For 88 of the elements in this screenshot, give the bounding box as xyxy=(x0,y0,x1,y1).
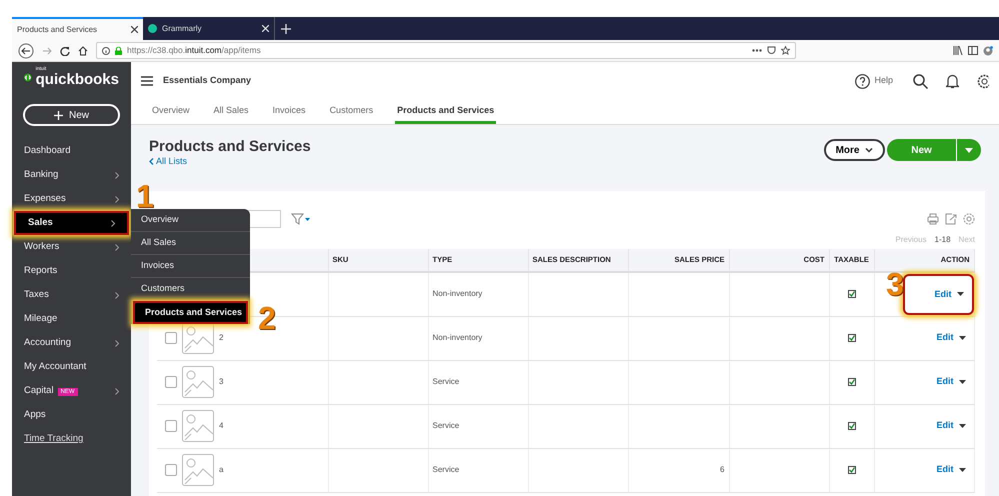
table-cell: a xyxy=(219,464,224,476)
row-checkbox[interactable] xyxy=(165,332,177,344)
page-tab[interactable]: Overview xyxy=(150,100,192,124)
home-icon[interactable] xyxy=(78,46,88,56)
sidebar-item[interactable]: Banking xyxy=(12,163,131,187)
library-icon[interactable] xyxy=(953,46,963,54)
submenu-item[interactable]: All Sales xyxy=(131,232,250,255)
sidebar-item[interactable]: Apps xyxy=(12,403,131,427)
new-button[interactable]: New xyxy=(23,104,120,126)
logo-text: quickbooks xyxy=(36,72,119,87)
grammarly-icon xyxy=(148,24,157,33)
account-icon[interactable] xyxy=(983,46,993,56)
menu-icon[interactable] xyxy=(141,76,153,86)
row-checkbox[interactable] xyxy=(165,376,177,388)
sidebar-item[interactable]: Accounting xyxy=(12,331,131,355)
edit-link[interactable]: Edit xyxy=(936,331,954,345)
edit-link[interactable]: Edit xyxy=(934,288,952,301)
table-cell: Service xyxy=(432,377,460,386)
row-checkbox[interactable] xyxy=(165,420,177,432)
sidebar-item[interactable]: Dashboard xyxy=(12,139,131,163)
browser-tab[interactable]: Products and Services xyxy=(12,17,143,40)
search-icon[interactable] xyxy=(913,74,928,88)
caret-icon[interactable] xyxy=(958,424,966,428)
submenu-item[interactable]: Invoices xyxy=(131,255,250,278)
logo-icon xyxy=(24,70,32,84)
plus-icon[interactable] xyxy=(281,24,291,34)
page-tab[interactable]: Customers xyxy=(328,100,376,124)
edit-link[interactable]: Edit xyxy=(936,419,954,433)
table-cell: Non-inventory xyxy=(432,333,482,342)
page-tab[interactable]: Products and Services xyxy=(395,100,496,124)
edit-link[interactable]: Edit xyxy=(936,375,954,389)
reload-icon[interactable] xyxy=(60,46,70,56)
sidebar-icon[interactable] xyxy=(968,46,978,54)
help-icon[interactable] xyxy=(855,74,870,88)
submenu-item[interactable]: Products and Services xyxy=(133,301,248,324)
browser-tab[interactable]: Grammarly xyxy=(143,17,274,40)
page-tab[interactable]: All Sales xyxy=(212,100,251,124)
page-title: Products and Services xyxy=(149,139,311,154)
page-range: 1-18 xyxy=(934,234,951,246)
chevron-icon xyxy=(864,148,872,152)
step-number: 2 xyxy=(258,302,276,334)
caret-icon[interactable] xyxy=(958,336,966,340)
print-icon[interactable] xyxy=(927,213,939,225)
table-cell: Non-inventory xyxy=(432,289,482,298)
image-placeholder-icon xyxy=(182,366,214,398)
all-lists-link[interactable]: All Lists xyxy=(149,156,188,166)
pocket-icon[interactable] xyxy=(767,46,776,55)
sidebar-item[interactable]: Sales xyxy=(14,211,129,235)
page-tab[interactable]: Invoices xyxy=(270,100,308,124)
url-text: https://c38.qbo.intuit.com/app/items xyxy=(127,44,262,57)
table-cell: Service xyxy=(432,465,460,474)
caret-icon[interactable] xyxy=(958,380,966,384)
table-cell: 4 xyxy=(219,420,224,432)
table-cell: 2 xyxy=(219,332,224,344)
table-cell: 6 xyxy=(720,465,724,474)
table-cell: 3 xyxy=(219,376,224,388)
plus-icon xyxy=(54,110,63,120)
sidebar-item[interactable]: Time Tracking xyxy=(12,427,131,451)
lock-icon xyxy=(115,46,122,54)
row-checkbox[interactable] xyxy=(165,464,177,476)
sidebar-item[interactable]: My Accountant xyxy=(12,355,131,379)
star-icon[interactable] xyxy=(781,46,790,55)
table-cell: Service xyxy=(432,421,460,430)
caret-icon[interactable] xyxy=(956,292,964,296)
sidebar-item[interactable]: Mileage xyxy=(12,307,131,331)
sidebar-item[interactable]: Taxes xyxy=(12,283,131,307)
company-name: Essentials Company xyxy=(163,74,252,88)
bell-icon[interactable] xyxy=(946,74,959,88)
sidebar-item[interactable]: Reports xyxy=(12,259,131,283)
help-link[interactable]: Help xyxy=(874,74,893,88)
info-icon[interactable] xyxy=(102,46,110,54)
sidebar-item[interactable]: Expenses xyxy=(12,187,131,211)
settings-icon[interactable] xyxy=(977,74,989,88)
image-placeholder-icon xyxy=(182,454,214,486)
step-number: 1 xyxy=(136,180,154,212)
address-bar[interactable]: https://c38.qbo.intuit.com/app/items xyxy=(96,42,796,59)
close-icon[interactable] xyxy=(131,26,138,33)
filter-icon[interactable] xyxy=(291,213,311,225)
submenu-item[interactable]: Overview xyxy=(131,209,250,232)
more-button[interactable]: More xyxy=(824,139,884,161)
back-icon[interactable] xyxy=(18,42,34,58)
chevron-icon xyxy=(149,158,154,166)
edit-link[interactable]: Edit xyxy=(936,463,954,477)
image-placeholder-icon xyxy=(182,410,214,442)
sidebar-item[interactable]: Workers xyxy=(12,235,131,259)
more-icon[interactable] xyxy=(752,49,762,52)
caret-icon[interactable] xyxy=(958,468,966,472)
export-icon[interactable] xyxy=(945,213,957,225)
